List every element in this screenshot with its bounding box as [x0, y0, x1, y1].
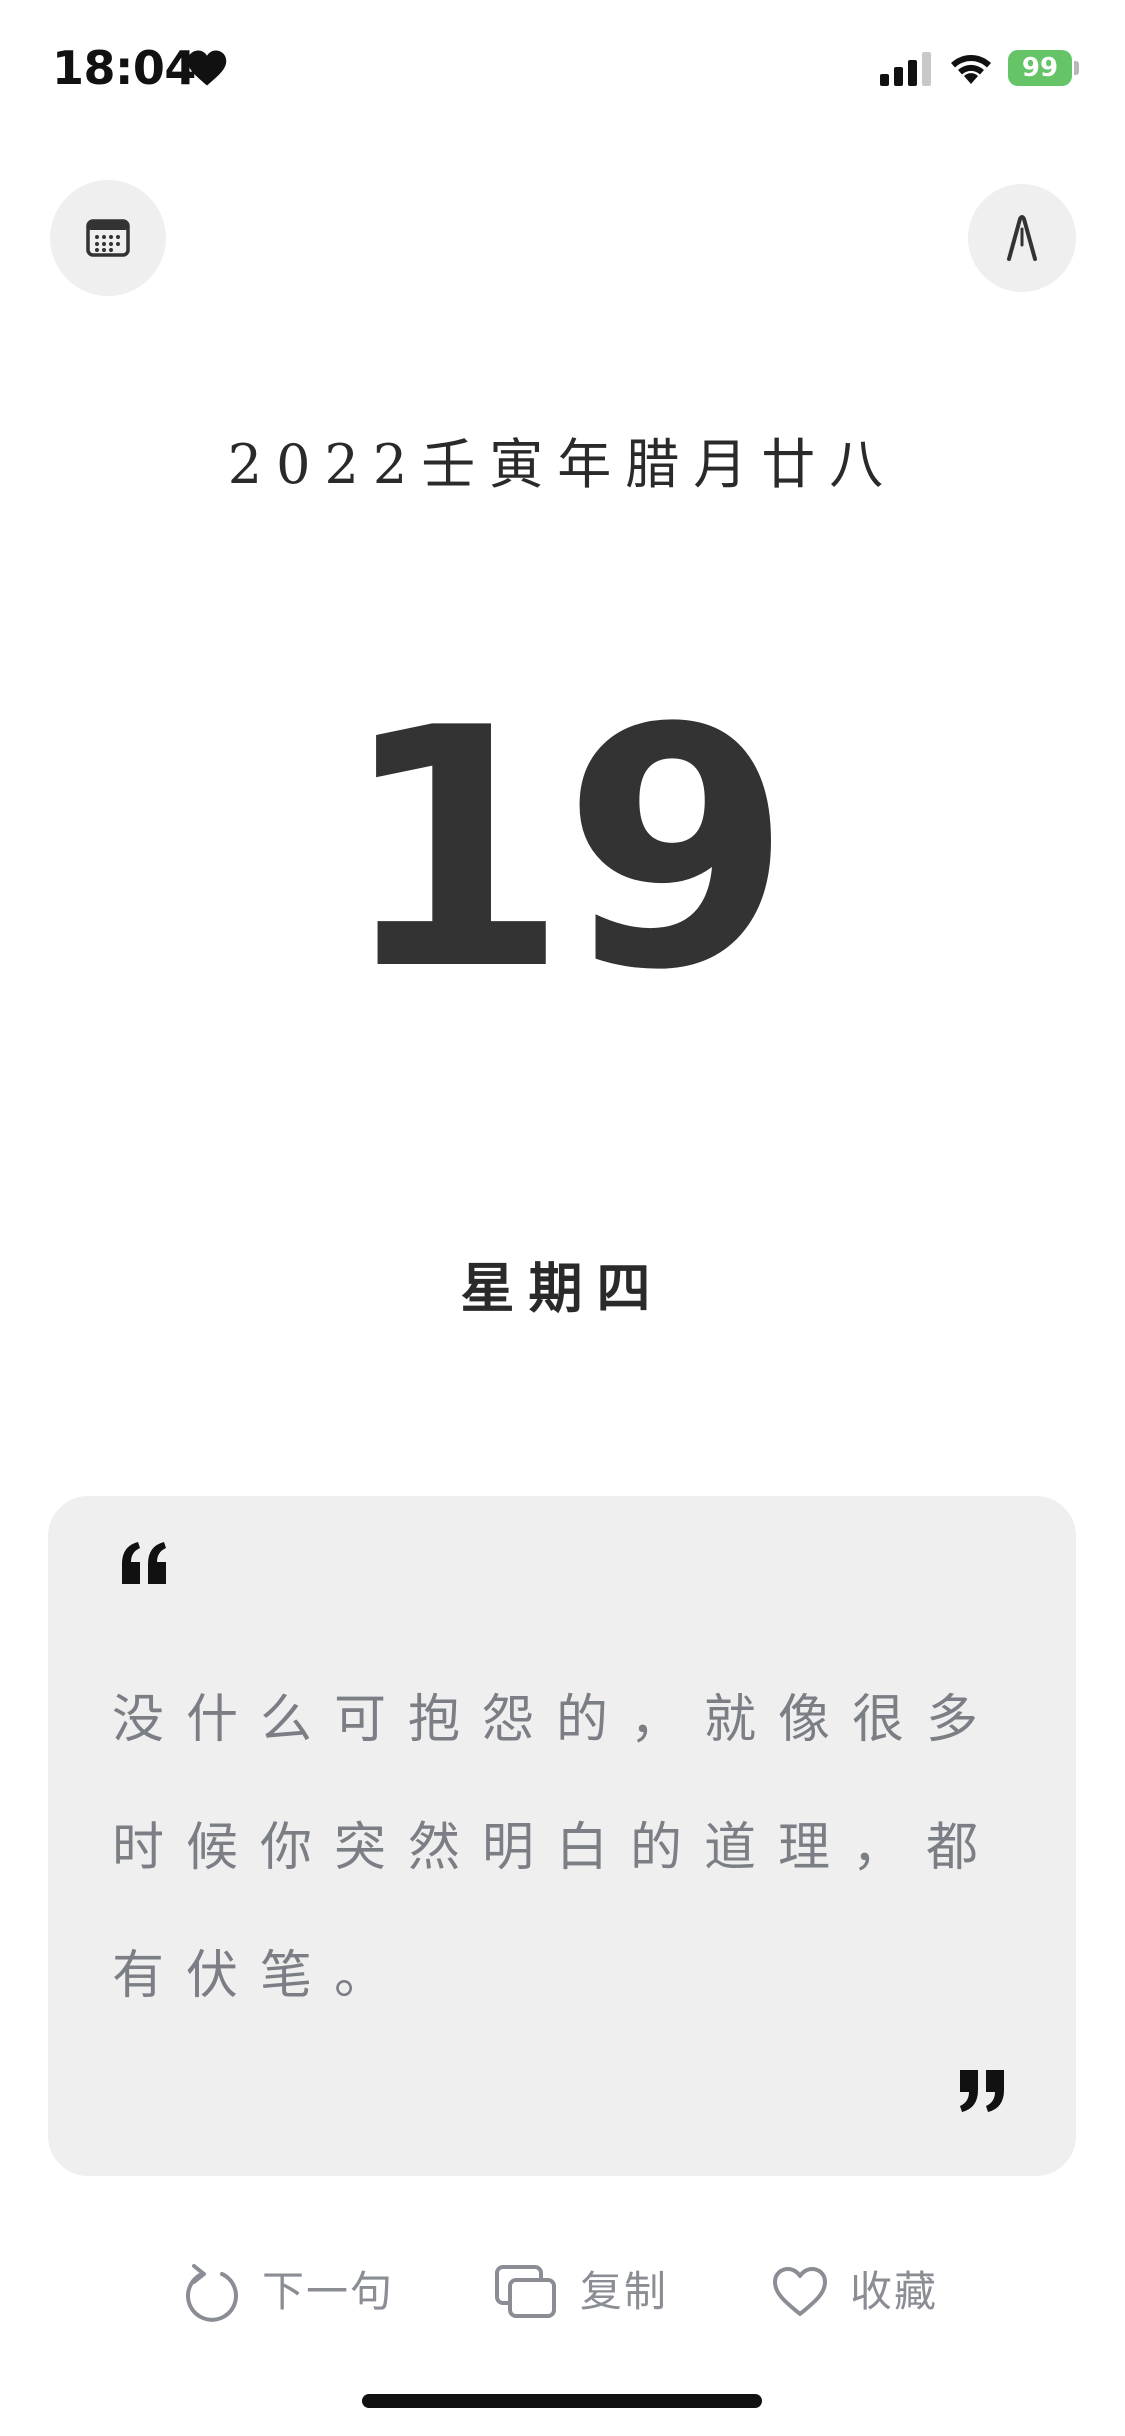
quote-card: 没什么可抱怨的，就像很多时候你突然明白的道理，都有伏笔。: [48, 1496, 1076, 2176]
status-time: 18:04: [52, 41, 196, 95]
quote-close-icon: [960, 2070, 1004, 2112]
status-bar: 18:04 99: [0, 0, 1125, 140]
font-style-icon: [1007, 215, 1037, 261]
next-quote-label: 下一句: [262, 2267, 395, 2316]
home-indicator[interactable]: [362, 2394, 762, 2408]
heart-outline-icon: [773, 2267, 827, 2316]
heart-icon: [187, 50, 227, 86]
calendar-icon: [86, 219, 130, 257]
signal-icon: [880, 52, 931, 86]
copy-icon: [495, 2265, 556, 2318]
battery-cap: [1074, 61, 1079, 75]
weekday: 星期四: [460, 1256, 665, 1320]
quote-open-icon: [122, 1542, 166, 1584]
wifi-icon: [951, 55, 991, 84]
quote-text: 没什么可抱怨的，就像很多时候你突然明白的道理，都有伏笔。: [112, 1690, 1001, 2006]
copy-label: 复制: [580, 2267, 669, 2316]
refresh-icon: [186, 2264, 238, 2322]
calendar-button[interactable]: [50, 180, 166, 296]
next-quote-button[interactable]: 下一句: [184, 2250, 394, 2334]
battery-indicator: 99: [1008, 50, 1072, 86]
day-number: 19: [338, 658, 792, 1042]
font-style-button[interactable]: [968, 184, 1076, 292]
favorite-label: 收藏: [850, 2267, 939, 2316]
copy-button[interactable]: 复制: [494, 2250, 668, 2334]
action-bar: 下一句 复制 收藏: [0, 2250, 1125, 2334]
favorite-button[interactable]: 收藏: [772, 2250, 938, 2334]
daily-quote-screen: 18:04 99 2022壬寅年腊月廿八 19 星期四 没什么可抱怨的，就像很多…: [0, 0, 1125, 2436]
lunar-date: 2022壬寅年腊月廿八: [227, 433, 898, 496]
